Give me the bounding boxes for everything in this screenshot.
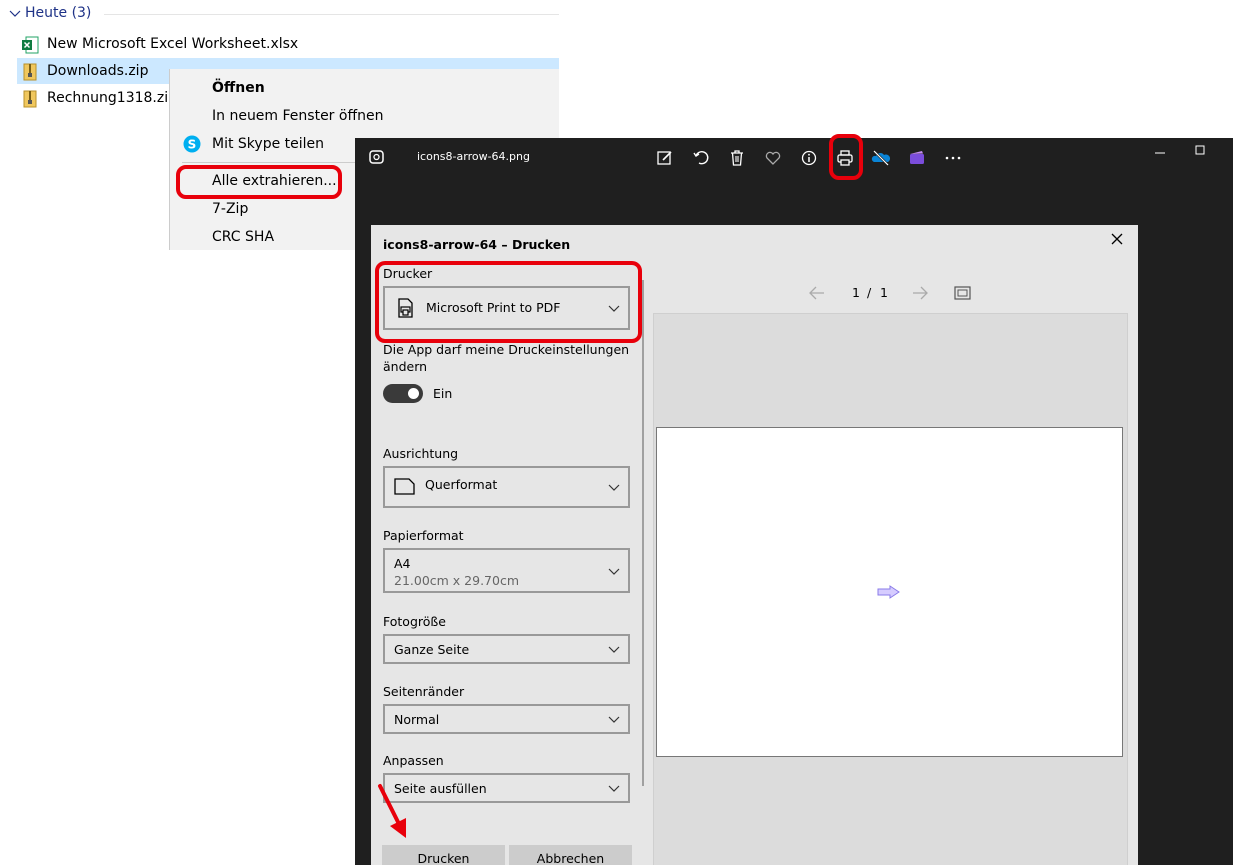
zip-folder-icon xyxy=(23,63,37,81)
orientation-value: Querformat xyxy=(425,477,498,492)
photo-size-label: Fotogröße xyxy=(383,614,446,629)
photo-size-select[interactable]: Ganze Seite xyxy=(383,634,630,664)
photo-file-title: icons8-arrow-64.png xyxy=(417,150,530,163)
rotate-icon[interactable] xyxy=(691,148,711,168)
fit-label: Anpassen xyxy=(383,753,444,768)
menu-item-label: 7-Zip xyxy=(212,201,249,217)
annotation-highlight-extract xyxy=(176,165,342,199)
margins-value: Normal xyxy=(394,712,440,727)
chevron-down-icon xyxy=(608,484,620,491)
chevron-down-icon xyxy=(608,716,620,723)
page-total: 1 xyxy=(880,285,888,300)
menu-item-label: Öffnen xyxy=(212,80,265,96)
annotation-arrow xyxy=(378,784,406,838)
arrow-image-icon xyxy=(877,585,900,599)
print-button[interactable]: Drucken xyxy=(382,845,505,865)
zip-folder-icon xyxy=(23,90,37,108)
menu-item-open-new-window[interactable]: In neuem Fenster öffnen xyxy=(170,103,559,130)
next-page-icon[interactable] xyxy=(910,285,930,301)
print-dialog: icons8-arrow-64 – Drucken Drucker Micros… xyxy=(371,225,1138,865)
favorite-icon[interactable] xyxy=(763,148,783,168)
app-settings-text-line1: Die App darf meine Druckeinstellungen xyxy=(383,342,630,357)
paper-format-label: Papierformat xyxy=(383,528,464,543)
fit-to-window-icon[interactable] xyxy=(954,286,971,300)
info-icon[interactable] xyxy=(799,148,819,168)
cancel-button[interactable]: Abbrechen xyxy=(509,845,632,865)
page-separator: / xyxy=(867,285,872,300)
settings-scrollbar[interactable] xyxy=(642,280,644,786)
previous-page-icon[interactable] xyxy=(807,285,827,301)
chevron-down-icon xyxy=(9,10,21,17)
menu-separator xyxy=(182,162,358,163)
orientation-label: Ausrichtung xyxy=(383,446,459,461)
photos-app-icon xyxy=(369,150,384,164)
annotation-highlight-print-button xyxy=(829,134,863,180)
menu-item-label: In neuem Fenster öffnen xyxy=(212,108,384,124)
paper-format-select[interactable]: A4 21.00cm x 29.70cm xyxy=(383,548,630,593)
app-settings-toggle[interactable] xyxy=(383,384,423,403)
fit-select[interactable]: Seite ausfüllen xyxy=(383,773,630,803)
page-current: 1 xyxy=(852,285,860,300)
group-title: Heute (3) xyxy=(25,5,92,21)
file-name: Downloads.zip xyxy=(47,63,149,79)
chevron-down-icon xyxy=(608,568,620,575)
menu-item-label: CRC SHA xyxy=(212,229,275,245)
group-header-today[interactable]: Heute (3) xyxy=(8,4,559,24)
margins-label: Seitenränder xyxy=(383,684,465,699)
clipchamp-icon[interactable] xyxy=(907,148,927,168)
skype-icon: S xyxy=(183,135,201,153)
menu-item-label: Mit Skype teilen xyxy=(212,136,325,152)
toggle-state-label: Ein xyxy=(433,386,453,401)
dialog-title: icons8-arrow-64 – Drucken xyxy=(383,237,571,252)
paper-format-value: A4 xyxy=(394,556,411,571)
minimize-icon[interactable] xyxy=(1150,143,1170,163)
toggle-knob xyxy=(408,388,419,399)
paper-format-size: 21.00cm x 29.70cm xyxy=(394,573,520,588)
excel-file-icon xyxy=(22,36,39,54)
preview-page xyxy=(656,427,1123,757)
file-name: Rechnung1318.zip xyxy=(47,90,177,106)
photo-size-value: Ganze Seite xyxy=(394,642,470,657)
menu-item-open[interactable]: Öffnen xyxy=(170,75,559,102)
delete-icon[interactable] xyxy=(727,148,747,168)
margins-select[interactable]: Normal xyxy=(383,704,630,734)
edit-icon[interactable] xyxy=(655,148,675,168)
chevron-down-icon xyxy=(608,646,620,653)
close-icon[interactable] xyxy=(1109,231,1125,247)
group-divider xyxy=(104,14,559,15)
onedrive-icon[interactable] xyxy=(871,148,891,168)
file-name: New Microsoft Excel Worksheet.xlsx xyxy=(47,36,299,52)
annotation-highlight-printer xyxy=(375,261,642,343)
app-settings-text-line2: ändern xyxy=(383,359,428,374)
svg-text:S: S xyxy=(188,138,197,152)
landscape-page-icon xyxy=(394,478,415,495)
file-item[interactable]: New Microsoft Excel Worksheet.xlsx xyxy=(17,31,559,57)
maximize-icon[interactable] xyxy=(1190,140,1210,160)
orientation-select[interactable]: Querformat xyxy=(383,466,630,508)
chevron-down-icon xyxy=(608,785,620,792)
more-icon[interactable] xyxy=(943,148,963,168)
